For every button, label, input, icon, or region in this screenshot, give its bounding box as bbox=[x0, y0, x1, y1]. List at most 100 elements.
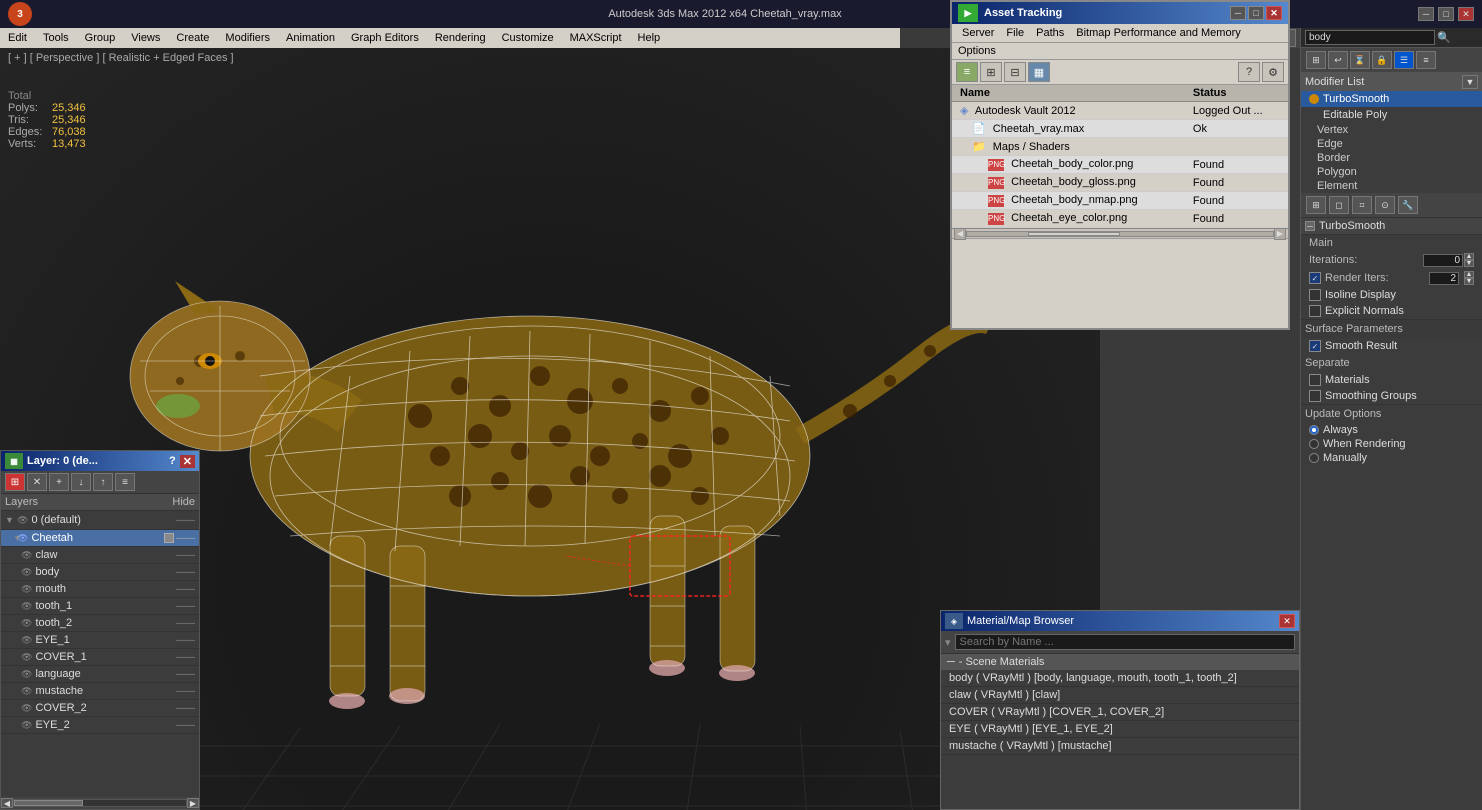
sub-border[interactable]: Border bbox=[1301, 151, 1482, 165]
smooth-result-checkbox[interactable]: ✓ bbox=[1309, 340, 1321, 352]
layer-scroll-track[interactable] bbox=[13, 799, 187, 807]
mb-material-cover[interactable]: COVER ( VRayMtl ) [COVER_1, COVER_2] bbox=[941, 704, 1299, 721]
menu-customize[interactable]: Customize bbox=[494, 30, 562, 46]
layer-item-claw[interactable]: 👁 claw ─── bbox=[1, 547, 199, 564]
modifier-editable-poly[interactable]: Editable Poly bbox=[1301, 107, 1482, 123]
iterations-input[interactable] bbox=[1423, 254, 1463, 267]
layer-item-language[interactable]: 👁 language ─── bbox=[1, 666, 199, 683]
layer-item-tooth2[interactable]: 👁 tooth_2 ─── bbox=[1, 615, 199, 632]
isoline-checkbox[interactable] bbox=[1309, 289, 1321, 301]
menu-edit[interactable]: Edit bbox=[0, 30, 35, 46]
menu-maxscript[interactable]: MAXScript bbox=[562, 30, 630, 46]
object-search-input[interactable] bbox=[1305, 30, 1435, 45]
manually-radio[interactable] bbox=[1309, 453, 1319, 463]
at-maximize-button[interactable]: □ bbox=[1248, 6, 1264, 20]
rp-toolbar-btn-4[interactable]: 🔒 bbox=[1372, 51, 1392, 69]
sub-polygon[interactable]: Polygon bbox=[1301, 165, 1482, 179]
at-scroll-thumb[interactable] bbox=[1028, 232, 1120, 236]
at-horizontal-scrollbar[interactable]: ◀ ▶ bbox=[952, 228, 1288, 238]
layer-item-eye2[interactable]: 👁 EYE_2 ─── bbox=[1, 717, 199, 734]
rp-toolbar-btn-1[interactable]: ⊞ bbox=[1306, 51, 1326, 69]
at-help-button[interactable]: ? bbox=[1238, 62, 1260, 82]
modifier-turbosm ooth[interactable]: TurboSmooth bbox=[1301, 91, 1482, 107]
lp-btn-add[interactable]: + bbox=[49, 473, 69, 491]
layer-panel-help[interactable]: ? bbox=[169, 455, 176, 467]
at-scroll-left[interactable]: ◀ bbox=[954, 228, 966, 240]
menu-views[interactable]: Views bbox=[123, 30, 168, 46]
table-row[interactable]: 📁 Maps / Shaders bbox=[952, 138, 1288, 156]
menu-tools[interactable]: Tools bbox=[35, 30, 77, 46]
lp-btn-delete[interactable]: ✕ bbox=[27, 473, 47, 491]
minimize-button[interactable]: ─ bbox=[1418, 7, 1434, 21]
at-minimize-button[interactable]: ─ bbox=[1230, 6, 1246, 20]
mb-material-body[interactable]: body ( VRayMtl ) [body, language, mouth,… bbox=[941, 670, 1299, 687]
scroll-left-btn[interactable]: ◀ bbox=[1, 798, 13, 808]
sub-edge[interactable]: Edge bbox=[1301, 137, 1482, 151]
at-menu-file[interactable]: File bbox=[1000, 26, 1030, 40]
mb-material-claw[interactable]: claw ( VRayMtl ) [claw] bbox=[941, 687, 1299, 704]
so-btn-1[interactable]: ⊞ bbox=[1306, 196, 1326, 214]
close-button[interactable]: ✕ bbox=[1458, 7, 1474, 21]
collapse-turbosmooth[interactable]: ─ bbox=[1305, 221, 1315, 231]
mb-close-button[interactable]: ✕ bbox=[1279, 614, 1295, 628]
at-toolbar-btn-1[interactable]: ≡ bbox=[956, 62, 978, 82]
so-btn-2[interactable]: ◻ bbox=[1329, 196, 1349, 214]
menu-graph-editors[interactable]: Graph Editors bbox=[343, 30, 427, 46]
rp-toolbar-btn-2[interactable]: ↩ bbox=[1328, 51, 1348, 69]
at-toolbar-btn-4[interactable]: ▦ bbox=[1028, 62, 1050, 82]
mb-search-input[interactable] bbox=[955, 634, 1295, 650]
layer-item-cover1[interactable]: 👁 COVER_1 ─── bbox=[1, 649, 199, 666]
lp-btn-collapse[interactable]: ↑ bbox=[93, 473, 113, 491]
layer-item-mustache[interactable]: 👁 mustache ─── bbox=[1, 683, 199, 700]
maximize-button[interactable]: □ bbox=[1438, 7, 1454, 21]
modifier-list-dropdown[interactable]: ▼ bbox=[1462, 75, 1478, 89]
smoothing-groups-checkbox[interactable] bbox=[1309, 390, 1321, 402]
materials-checkbox[interactable] bbox=[1309, 374, 1321, 386]
render-iters-input[interactable] bbox=[1429, 272, 1459, 285]
mb-material-mustache[interactable]: mustache ( VRayMtl ) [mustache] bbox=[941, 738, 1299, 755]
at-menu-options[interactable]: Options bbox=[958, 45, 996, 57]
at-close-button[interactable]: ✕ bbox=[1266, 6, 1282, 20]
rp-toolbar-btn-3[interactable]: ⌛ bbox=[1350, 51, 1370, 69]
layer-item-tooth1[interactable]: 👁 tooth_1 ─── bbox=[1, 598, 199, 615]
at-menu-bitmap[interactable]: Bitmap Performance and Memory bbox=[1070, 26, 1246, 40]
menu-group[interactable]: Group bbox=[77, 30, 124, 46]
table-row[interactable]: PNG Cheetah_body_nmap.png Found bbox=[952, 192, 1288, 210]
lp-btn-expand[interactable]: ↓ bbox=[71, 473, 91, 491]
rp-toolbar-btn-6[interactable]: ≡ bbox=[1416, 51, 1436, 69]
at-settings-button[interactable]: ⚙ bbox=[1262, 62, 1284, 82]
always-radio[interactable] bbox=[1309, 425, 1319, 435]
at-menu-server[interactable]: Server bbox=[956, 26, 1000, 40]
explicit-normals-checkbox[interactable] bbox=[1309, 305, 1321, 317]
at-menu-paths[interactable]: Paths bbox=[1030, 26, 1070, 40]
render-iters-spinner[interactable]: ▲ ▼ bbox=[1464, 271, 1474, 285]
so-btn-3[interactable]: ⌗ bbox=[1352, 196, 1372, 214]
table-row[interactable]: PNG Cheetah_eye_color.png Found bbox=[952, 210, 1288, 228]
iterations-spinner-up[interactable]: ▲ ▼ bbox=[1464, 253, 1474, 267]
menu-rendering[interactable]: Rendering bbox=[427, 30, 494, 46]
layer-item-cheetah[interactable]: ▼ 👁 Cheetah ─── bbox=[1, 530, 199, 547]
menu-create[interactable]: Create bbox=[168, 30, 217, 46]
at-toolbar-btn-2[interactable]: ⊞ bbox=[980, 62, 1002, 82]
lp-btn-red[interactable]: ⊞ bbox=[5, 473, 25, 491]
at-scroll-track[interactable] bbox=[966, 231, 1274, 237]
so-btn-4[interactable]: ⊙ bbox=[1375, 196, 1395, 214]
sub-element[interactable]: Element bbox=[1301, 179, 1482, 193]
layer-item-default[interactable]: ▼ 👁 0 (default) ─── bbox=[1, 511, 199, 530]
so-btn-5[interactable]: 🔧 bbox=[1398, 196, 1418, 214]
layer-scroll-thumb[interactable] bbox=[14, 800, 83, 806]
sub-vertex[interactable]: Vertex bbox=[1301, 123, 1482, 137]
menu-animation[interactable]: Animation bbox=[278, 30, 343, 46]
render-iters-checkbox[interactable]: ✓ bbox=[1309, 272, 1321, 284]
scroll-right-btn[interactable]: ▶ bbox=[187, 798, 199, 808]
table-row[interactable]: 📄 Cheetah_vray.max Ok bbox=[952, 120, 1288, 138]
when-rendering-radio[interactable] bbox=[1309, 439, 1319, 449]
layer-panel-scrollbar[interactable]: ◀ ▶ bbox=[1, 797, 199, 809]
layer-item-body[interactable]: 👁 body ─── bbox=[1, 564, 199, 581]
table-row[interactable]: ◈ Autodesk Vault 2012 Logged Out ... bbox=[952, 102, 1288, 120]
layer-item-eye1[interactable]: 👁 EYE_1 ─── bbox=[1, 632, 199, 649]
table-row[interactable]: PNG Cheetah_body_color.png Found bbox=[952, 156, 1288, 174]
layer-item-cover2[interactable]: 👁 COVER_2 ─── bbox=[1, 700, 199, 717]
lp-btn-settings[interactable]: ≡ bbox=[115, 473, 135, 491]
menu-modifiers[interactable]: Modifiers bbox=[217, 30, 278, 46]
